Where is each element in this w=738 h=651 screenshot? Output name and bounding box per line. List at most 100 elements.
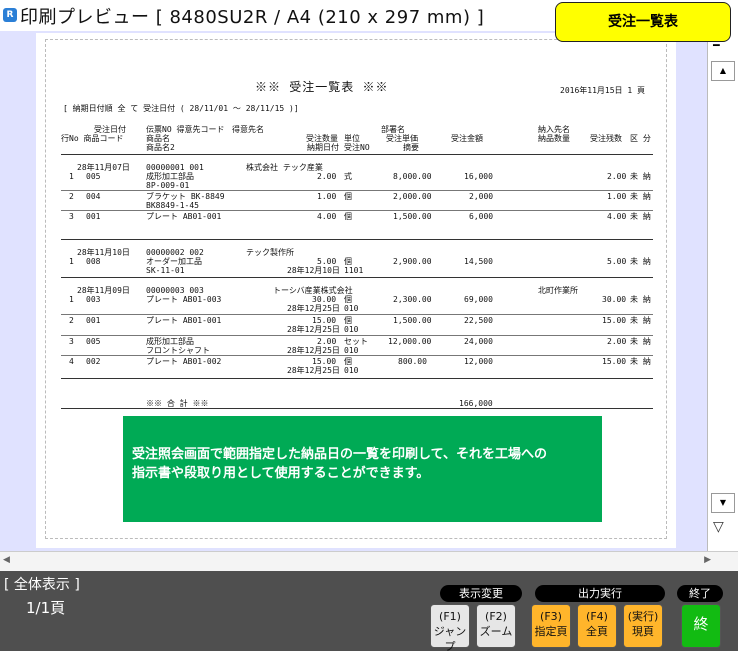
line-status: 未 納 (630, 192, 651, 201)
line-code: 001 (86, 316, 101, 325)
hdr-remarks: 摘要 (403, 143, 419, 152)
header-rule (61, 154, 653, 155)
hdr-slip-customer-code: 伝票NO 得意先コード (146, 125, 225, 134)
f4-all-pages-button[interactable]: (F4) 全頁 (577, 604, 617, 648)
line-qty: 15.00 (312, 316, 337, 325)
line-order-no: 1101 (344, 266, 364, 275)
status-bar: [ 全体表示 ] 1/1頁 表示変更 出力実行 終了 (F1) ジャンプ (F2… (0, 571, 738, 651)
paper-page: ※※ 受注一覧表 ※※ 2016年11月15日 1 頁 [ 納期日付順 全 て … (36, 33, 676, 548)
report-criteria: [ 納期日付順 全 て 受注日付 ( 28/11/01 ～ 28/11/15 )… (63, 104, 299, 113)
line-name: 成形加工部品 (146, 337, 194, 346)
f3-key-label: (F3) (540, 610, 562, 623)
line-amount: 69,000 (464, 295, 493, 304)
hdr-status: 区 分 (630, 134, 651, 143)
line-qty: 30.00 (312, 295, 337, 304)
line-name: プレート AB01-001 (146, 212, 222, 221)
line-remaining: 30.00 (602, 295, 627, 304)
line-code: 005 (86, 337, 101, 346)
hdr-due-date: 納期日付 (307, 143, 339, 152)
end-button[interactable]: 終 (681, 604, 721, 648)
line-due: 28年12月25日 (287, 325, 340, 334)
order-slip: 00000003 003 (146, 286, 204, 295)
line-amount: 12,000 (464, 357, 493, 366)
order-rule (61, 239, 653, 240)
line-status: 未 納 (630, 257, 651, 266)
line-price: 800.00 (398, 357, 427, 366)
line-amount: 14,500 (464, 257, 493, 266)
scroll-left-icon[interactable]: ◀ (3, 555, 10, 565)
hdr-line-code: 行No 商品コード (61, 134, 124, 143)
view-mode-label: [ 全体表示 ] (4, 577, 80, 593)
exec-key-label: (実行) (627, 610, 659, 623)
line-code: 001 (86, 212, 101, 221)
vertical-scrollbar[interactable]: ━ ▲ ▼ ▽ (707, 31, 738, 551)
order-rule (61, 378, 653, 379)
line-no: 3 (69, 212, 74, 221)
order-customer: テック製作所 (246, 248, 294, 257)
f3-action-label: 指定頁 (534, 625, 568, 638)
line-price: 2,900.00 (393, 257, 432, 266)
line-price: 2,300.00 (393, 295, 432, 304)
horizontal-scrollbar[interactable]: ◀ ▶ (0, 551, 738, 571)
line-remaining: 15.00 (602, 357, 627, 366)
order-date: 28年11月10日 (77, 248, 130, 257)
line-name2: BK8849-1-45 (146, 201, 199, 210)
line-qty: 15.00 (312, 357, 337, 366)
report-title: ※※ 受注一覧表 ※※ (255, 80, 389, 94)
order-customer: 株式会社 テック産業 (246, 163, 323, 172)
report-date-page: 2016年11月15日 1 頁 (560, 86, 645, 95)
exec-current-page-button[interactable]: (実行) 現頁 (623, 604, 663, 648)
line-unit: 個 (344, 192, 352, 201)
line-unit: 個 (344, 295, 352, 304)
f1-jump-button[interactable]: (F1) ジャンプ (430, 604, 470, 651)
line-price: 1,500.00 (393, 212, 432, 221)
f4-key-label: (F4) (586, 610, 608, 623)
hdr-amount: 受注金額 (451, 134, 483, 143)
scroll-up-button[interactable]: ▲ (711, 61, 735, 81)
line-status: 未 納 (630, 212, 651, 221)
line-unit: セット (344, 337, 368, 346)
line-no: 2 (69, 192, 74, 201)
line-status: 未 納 (630, 357, 651, 366)
line-code: 005 (86, 172, 101, 181)
line-status: 未 納 (630, 337, 651, 346)
scroll-down-button[interactable]: ▼ (711, 493, 735, 513)
note-line-2: 指示書や段取り用として使用することができます。 (132, 466, 430, 481)
line-qty: 5.00 (317, 257, 337, 266)
hdr-order-date: 受注日付 (94, 125, 126, 134)
line-order-no: 010 (344, 304, 359, 313)
hdr-delivery-to: 納入先名 (538, 125, 570, 134)
line-unit: 式 (344, 172, 352, 181)
line-remaining: 4.00 (607, 212, 627, 221)
scroll-right-icon[interactable]: ▶ (704, 555, 711, 565)
line-qty: 2.00 (317, 337, 337, 346)
f2-zoom-button[interactable]: (F2) ズーム (476, 604, 516, 648)
order-date: 28年11月09日 (77, 286, 130, 295)
note-line-1: 受注照会画面で範囲指定した納品日の一覧を印刷して、それを工場への (132, 447, 547, 462)
line-order-no: 010 (344, 325, 359, 334)
page-indicator: 1/1頁 (26, 599, 66, 617)
line-due: 28年12月25日 (287, 366, 340, 375)
line-due: 28年12月25日 (287, 304, 340, 313)
line-rule (61, 190, 653, 191)
line-order-no: 010 (344, 346, 359, 355)
line-status: 未 納 (630, 316, 651, 325)
f2-key-label: (F2) (485, 610, 507, 623)
line-name: プレート AB01-003 (146, 295, 222, 304)
f3-specify-page-button[interactable]: (F3) 指定頁 (531, 604, 571, 648)
f1-key-label: (F1) (439, 610, 461, 623)
line-unit: 個 (344, 257, 352, 266)
line-rule (61, 210, 653, 211)
exit-group-label: 終了 (677, 585, 723, 602)
f2-action-label: ズーム (479, 625, 513, 638)
page-down-icon[interactable]: ▽ (713, 519, 724, 535)
line-price: 2,000.00 (393, 192, 432, 201)
line-no: 4 (69, 357, 74, 366)
line-due: 28年12月25日 (287, 346, 340, 355)
line-name: プレート AB01-001 (146, 316, 222, 325)
line-code: 003 (86, 295, 101, 304)
line-amount: 24,000 (464, 337, 493, 346)
window-title: 印刷プレビュー [ 8480SU2R / A4 (210 x 297 mm) ] (20, 7, 485, 28)
order-slip: 00000001 001 (146, 163, 204, 172)
line-price: 1,500.00 (393, 316, 432, 325)
